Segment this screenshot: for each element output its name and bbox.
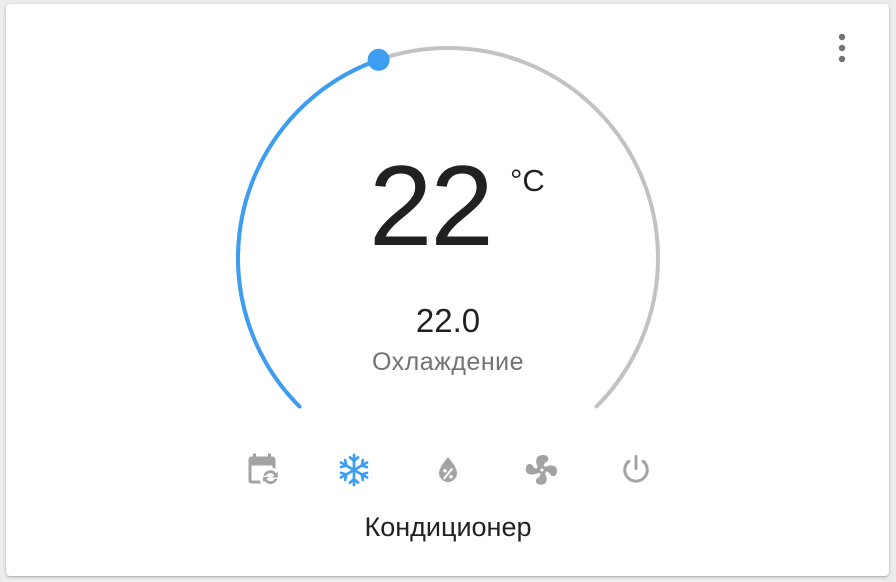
fan-icon: [525, 455, 557, 485]
mode-off-button[interactable]: [614, 448, 658, 492]
mode-fan-button[interactable]: [520, 448, 564, 492]
hvac-modes-bar: [0, 448, 896, 492]
entity-name: Кондиционер: [364, 512, 532, 542]
mode-cool-button[interactable]: [332, 448, 376, 492]
current-temperature: 22.0: [415, 302, 481, 339]
temperature-unit: °C: [510, 163, 545, 198]
power-icon: [623, 455, 649, 483]
mode-auto-button[interactable]: [240, 448, 284, 492]
target-temperature: 22: [369, 143, 494, 270]
calendar-sync-icon: [248, 453, 278, 484]
water-percent-icon: [439, 457, 457, 482]
hvac-action-label: Охлаждение: [371, 348, 525, 376]
dial-handle[interactable]: [367, 48, 390, 71]
snowflake-icon: [339, 453, 369, 487]
mode-dry-button[interactable]: [426, 448, 470, 492]
